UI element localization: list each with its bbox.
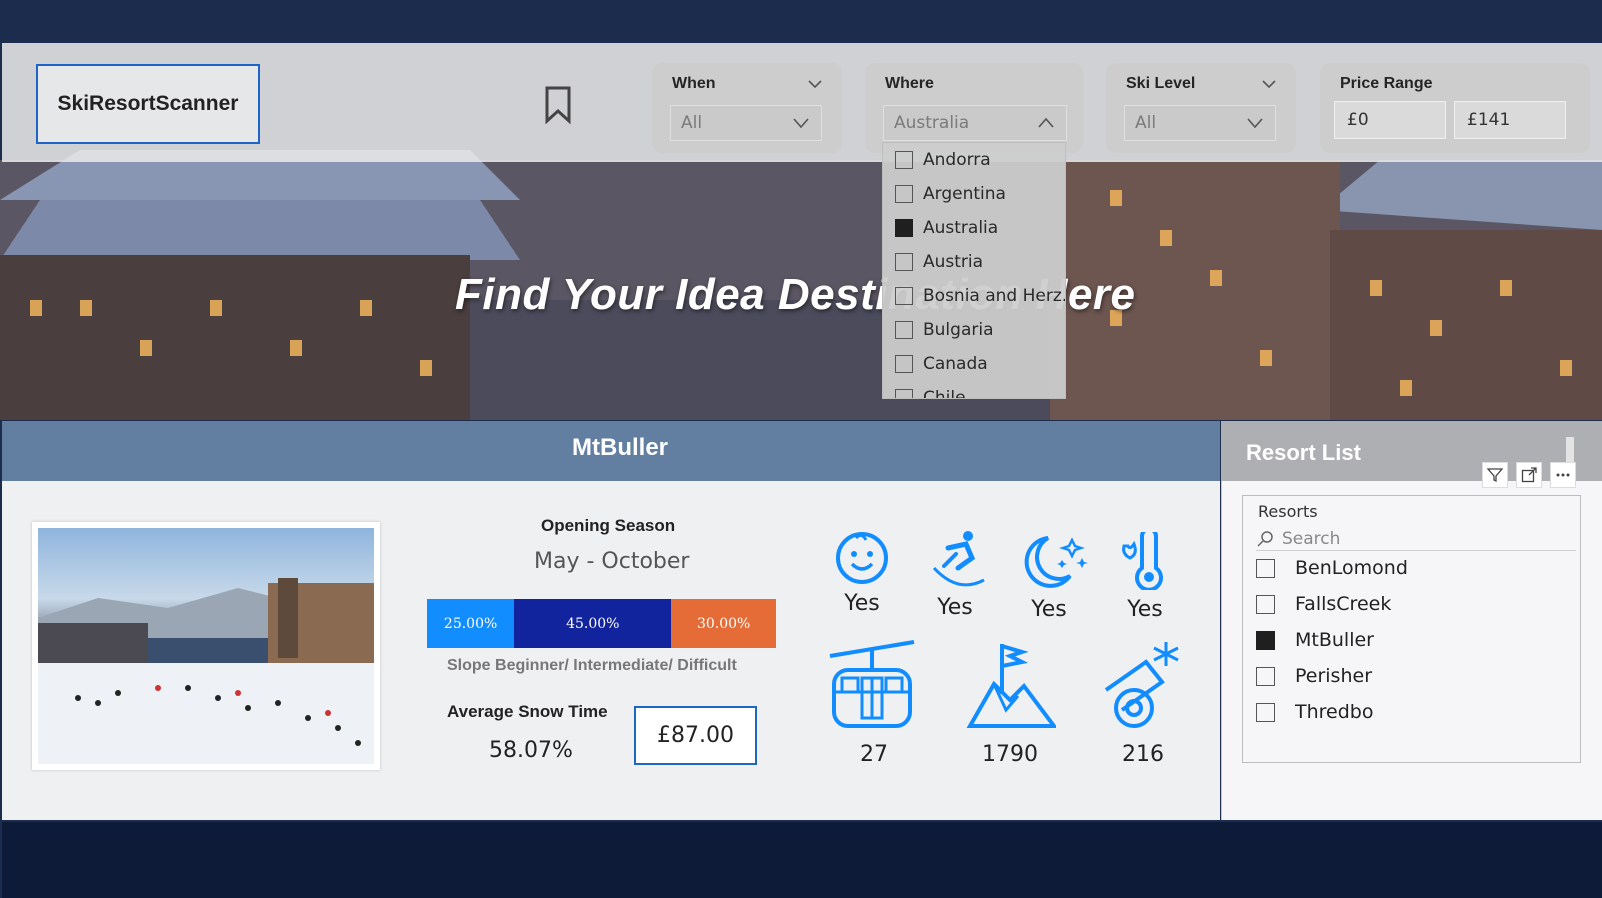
checkbox[interactable] (1256, 666, 1275, 686)
where-option-label: Argentina (923, 184, 1006, 204)
resort-photo (32, 522, 380, 770)
checkbox[interactable] (895, 151, 913, 169)
slope-beginner-segment[interactable]: 25.00% (427, 599, 515, 648)
slope-split-bar: 25.00% 45.00% 30.00% (427, 599, 776, 648)
resort-name: MtBuller (572, 434, 668, 461)
where-option-label: Andorra (923, 150, 991, 170)
resort-search-input[interactable]: Search (1256, 527, 1576, 551)
where-option[interactable]: Andorra (895, 145, 991, 175)
kids-feature-value: Yes (844, 591, 880, 616)
app-logo[interactable]: SkiResortScanner (36, 64, 260, 144)
when-dropdown[interactable]: All (670, 105, 822, 141)
where-dropdown-list: Andorra Argentina Australia Austria Bosn… (882, 142, 1066, 399)
resort-list-item[interactable]: BenLomond (1256, 554, 1408, 582)
mountain-flag-icon (966, 640, 1058, 730)
opening-season-label: Opening Season (541, 516, 676, 535)
checkbox-checked[interactable] (1256, 630, 1275, 650)
focus-mode-icon[interactable] (1516, 462, 1542, 488)
where-slicer-title: Where (885, 75, 934, 92)
checkbox[interactable] (1256, 594, 1275, 614)
more-options-icon[interactable] (1550, 462, 1576, 488)
where-option[interactable]: Canada (895, 349, 988, 379)
price-max-input[interactable]: £141 (1454, 101, 1566, 139)
night-skiing-icon (1022, 532, 1090, 590)
checkbox[interactable] (895, 287, 913, 305)
resort-slicer-header: Resorts (1258, 502, 1318, 521)
where-option[interactable]: Bulgaria (895, 315, 994, 345)
checkbox[interactable] (895, 355, 913, 373)
bookmark-icon[interactable] (545, 86, 571, 124)
slope-label: Slope Beginner/ Intermediate/ Difficult (447, 657, 737, 674)
resort-list-item-label: FallsCreek (1295, 593, 1392, 615)
where-dropdown[interactable]: Australia (883, 105, 1067, 141)
scrollbar[interactable] (1566, 437, 1574, 463)
chevron-down-icon[interactable] (808, 77, 822, 91)
resort-list-item-label: Thredbo (1295, 701, 1374, 723)
checkbox[interactable] (895, 253, 913, 271)
snowboard-feature-value: Yes (937, 595, 973, 620)
resort-list-title: Resort List (1246, 440, 1361, 465)
when-slicer-title: When (672, 75, 716, 92)
kids-smiley-icon (834, 530, 890, 586)
when-slicer: When All (652, 63, 842, 153)
ski-level-slicer: Ski Level All (1106, 63, 1296, 153)
checkbox[interactable] (895, 321, 913, 339)
snow-cannons-count: 216 (1122, 742, 1164, 767)
resort-list-item[interactable]: Thredbo (1256, 698, 1373, 726)
search-placeholder: Search (1282, 528, 1341, 549)
resort-list-item-label: BenLomond (1295, 557, 1408, 579)
where-option[interactable]: Argentina (895, 179, 1006, 209)
where-option[interactable]: Bosnia and Herz... (895, 281, 1066, 311)
where-option[interactable]: Austria (895, 247, 983, 277)
resort-list-item[interactable]: FallsCreek (1256, 590, 1391, 618)
price-range-slicer: Price Range £0 £141 (1320, 63, 1590, 153)
gondola-lift-icon (826, 638, 918, 730)
resort-list-item-label: Perisher (1295, 665, 1373, 687)
search-icon (1257, 530, 1273, 547)
filter-icon[interactable] (1482, 462, 1508, 488)
elevation-value: 1790 (982, 742, 1038, 767)
where-option-label: Chile (923, 388, 966, 399)
where-option-label: Austria (923, 252, 984, 272)
where-option-label: Australia (923, 218, 999, 238)
resort-list-item[interactable]: Perisher (1256, 662, 1372, 690)
where-slicer: Where Australia (865, 63, 1083, 153)
ski-level-dropdown-value: All (1135, 113, 1157, 133)
where-option-label: Bosnia and Herz... (923, 286, 1066, 306)
checkbox[interactable] (1256, 558, 1275, 578)
thermometer-icon (1120, 527, 1166, 592)
when-dropdown-value: All (681, 113, 703, 133)
snow-cannon-icon (1098, 638, 1182, 730)
checkbox[interactable] (1256, 702, 1275, 722)
checkbox[interactable] (895, 185, 913, 203)
chevron-down-icon (1247, 118, 1263, 129)
checkbox[interactable] (895, 389, 913, 398)
slope-intermediate-segment[interactable]: 45.00% (514, 599, 672, 648)
avg-snow-label: Average Snow Time (447, 702, 608, 721)
resort-price: £87.00 (634, 706, 757, 765)
chevron-up-icon (1038, 117, 1054, 128)
lifts-count: 27 (860, 742, 888, 767)
resort-list-item-label: MtBuller (1295, 629, 1374, 651)
where-dropdown-value: Australia (894, 113, 970, 133)
price-range-title: Price Range (1340, 75, 1433, 92)
footer-bar (2, 822, 1602, 898)
where-option-label: Canada (923, 354, 988, 374)
opening-season-value: May - October (534, 549, 690, 574)
checkbox-checked[interactable] (895, 219, 913, 237)
ski-level-slicer-title: Ski Level (1126, 75, 1196, 92)
slope-difficult-segment[interactable]: 30.00% (671, 599, 776, 648)
avg-snow-value: 58.07% (489, 738, 573, 763)
temperature-feature-value: Yes (1127, 597, 1163, 622)
chevron-down-icon (793, 118, 809, 129)
where-option[interactable]: Australia (895, 213, 998, 243)
night-feature-value: Yes (1031, 597, 1067, 622)
chevron-down-icon[interactable] (1262, 77, 1276, 91)
where-option[interactable]: Chile (895, 383, 966, 399)
resort-list-item[interactable]: MtBuller (1256, 626, 1374, 654)
ski-level-dropdown[interactable]: All (1124, 105, 1276, 141)
where-option-label: Bulgaria (923, 320, 994, 340)
snowboarder-icon (928, 528, 988, 590)
price-min-input[interactable]: £0 (1334, 101, 1446, 139)
